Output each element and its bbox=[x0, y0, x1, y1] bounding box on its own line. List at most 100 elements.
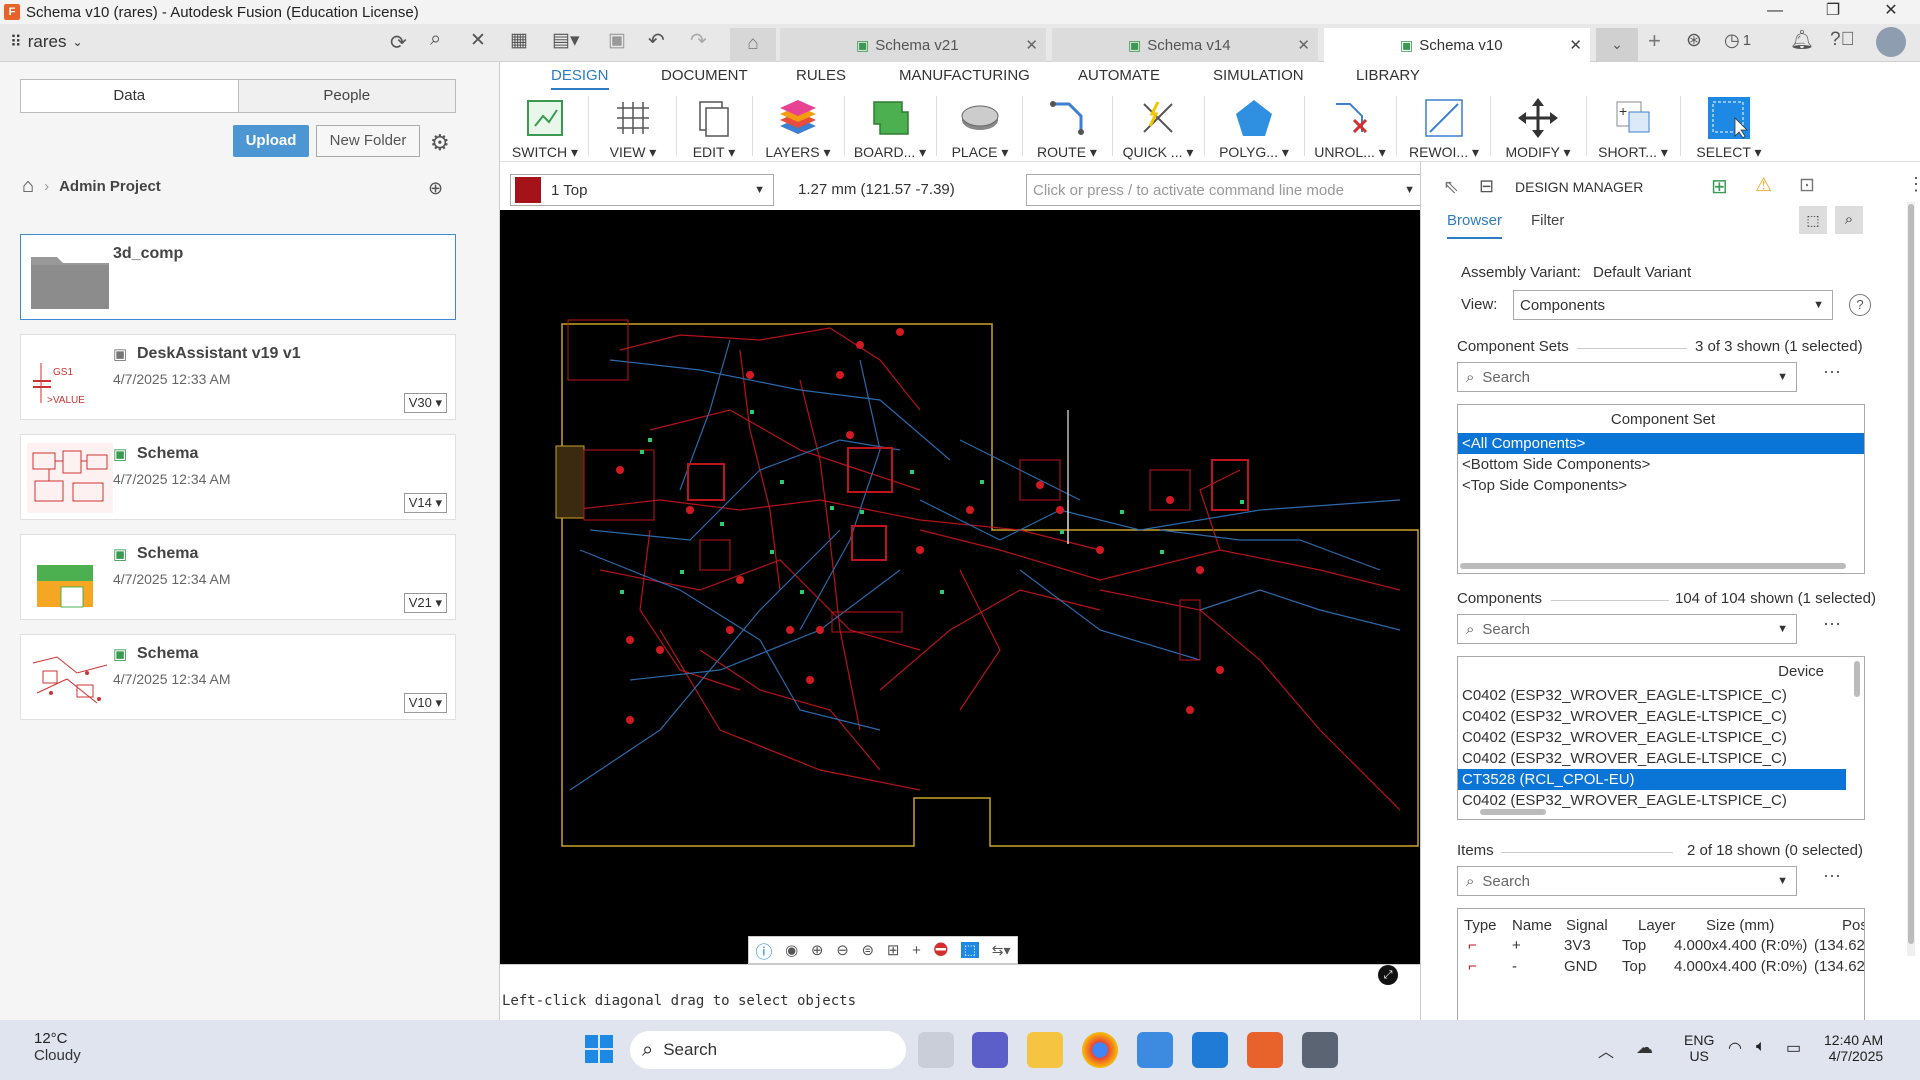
eye-icon[interactable]: ◉ bbox=[785, 941, 798, 959]
new-tab-icon[interactable]: + bbox=[1648, 28, 1661, 54]
pointer-icon[interactable]: ⇖ bbox=[1443, 176, 1459, 199]
column-header[interactable]: Name bbox=[1512, 917, 1552, 934]
version-badge[interactable]: V14 ▾ bbox=[403, 493, 447, 513]
version-badge[interactable]: V10 ▾ bbox=[403, 693, 447, 713]
task-view-icon[interactable] bbox=[918, 1032, 954, 1068]
panel-scrollbar[interactable] bbox=[1907, 202, 1915, 956]
list-item-folder[interactable]: 3d_comp bbox=[20, 234, 456, 320]
more-vertical-icon[interactable]: ⋮ bbox=[1907, 174, 1920, 195]
chrome-icon[interactable] bbox=[1082, 1032, 1118, 1068]
tab-design[interactable]: DESIGN bbox=[551, 67, 609, 90]
weather-widget[interactable]: 12°C Cloudy bbox=[34, 1030, 81, 1064]
tab-filter[interactable]: Filter bbox=[1531, 212, 1564, 229]
close-tab-icon[interactable]: ✕ bbox=[1569, 36, 1582, 54]
tab-library[interactable]: LIBRARY bbox=[1356, 67, 1420, 84]
column-header[interactable]: Type bbox=[1464, 917, 1497, 934]
tab-schema-v14[interactable]: ▣ Schema v14 ✕ bbox=[1052, 28, 1318, 62]
command-line-input[interactable]: Click or press / to activate command lin… bbox=[1026, 174, 1424, 206]
language-indicator[interactable]: ENG US bbox=[1684, 1032, 1714, 1064]
zoom-fit-icon[interactable]: ⊜ bbox=[862, 941, 875, 959]
job-status-button[interactable]: ◷ 1 bbox=[1724, 30, 1751, 51]
data-panel-toggle[interactable]: ⠿ rares ⌄ bbox=[10, 32, 83, 52]
more-options-icon[interactable]: ⋯ bbox=[1823, 362, 1841, 383]
place-group[interactable]: PLACE ▾ bbox=[944, 90, 1016, 162]
wifi-icon[interactable]: ◠ bbox=[1728, 1038, 1742, 1058]
taskbar-search[interactable]: ⌕ Search bbox=[630, 1031, 906, 1069]
close-icon[interactable]: ✕ bbox=[470, 29, 486, 52]
tab-data[interactable]: Data bbox=[21, 80, 238, 112]
tab-document[interactable]: DOCUMENT bbox=[661, 67, 748, 84]
stop-icon[interactable]: ⛔︎ bbox=[934, 940, 948, 960]
layer-select[interactable]: 1 Top ▼ bbox=[510, 174, 774, 206]
column-header[interactable]: Size (mm) bbox=[1706, 917, 1774, 934]
save-icon[interactable]: ▣ bbox=[608, 29, 626, 52]
edit-group[interactable]: EDIT ▾ bbox=[682, 90, 746, 162]
project-name[interactable]: Admin Project bbox=[59, 178, 161, 195]
calculator-icon[interactable] bbox=[1302, 1032, 1338, 1068]
more-options-icon[interactable]: ⋯ bbox=[1823, 866, 1841, 887]
info-icon[interactable]: ⓘ bbox=[755, 938, 772, 963]
shortcuts-group[interactable]: + SHORT... ▾ bbox=[1592, 90, 1674, 162]
view-group[interactable]: VIEW ▾ bbox=[596, 90, 670, 162]
version-badge[interactable]: V30 ▾ bbox=[403, 393, 447, 413]
list-item[interactable]: <Bottom Side Components> bbox=[1458, 454, 1864, 475]
onedrive-icon[interactable]: ☁ bbox=[1636, 1038, 1653, 1058]
tab-schema-v21[interactable]: ▣ Schema v21 ✕ bbox=[780, 28, 1046, 62]
gear-icon[interactable]: ⚙ bbox=[430, 130, 450, 156]
component-sets-search[interactable]: ⌕ Search ▼ bbox=[1457, 362, 1797, 392]
view-select[interactable]: Components ▼ bbox=[1513, 290, 1833, 320]
new-folder-button[interactable]: New Folder bbox=[316, 125, 420, 157]
home-tab[interactable]: ⌂ bbox=[730, 28, 776, 62]
list-item[interactable]: C0402 (ESP32_WROVER_EAGLE-LTSPICE_C) bbox=[1458, 727, 1864, 748]
select-filter-icon[interactable]: ⬚ bbox=[1799, 206, 1827, 234]
column-header[interactable]: Pos bbox=[1842, 917, 1864, 934]
board-group[interactable]: BOARD... ▾ bbox=[850, 90, 930, 162]
zoom-in-icon[interactable]: ⊕ bbox=[811, 941, 824, 959]
battery-icon[interactable]: ▭ bbox=[1786, 1038, 1801, 1058]
upload-button[interactable]: Upload bbox=[233, 125, 309, 157]
apps-grid-icon[interactable]: ▦ bbox=[510, 29, 528, 52]
table-row[interactable]: ⌐ + 3V3 Top 4.000x4.400 (R:0%) (134.62 bbox=[1458, 937, 1864, 958]
items-search[interactable]: ⌕ Search ▼ bbox=[1457, 866, 1797, 896]
redo-icon[interactable]: ↷ bbox=[690, 28, 707, 53]
column-header[interactable]: Device bbox=[1458, 657, 1864, 685]
list-item-design[interactable]: ▣ Schema 4/7/2025 12:34 AM V10 ▾ bbox=[20, 634, 456, 720]
list-item[interactable]: C0402 (ESP32_WROVER_EAGLE-LTSPICE_C) bbox=[1458, 790, 1864, 811]
tree-icon[interactable]: ⊟ bbox=[1479, 176, 1494, 197]
quick-route-group[interactable]: QUICK ... ▾ bbox=[1118, 90, 1198, 162]
route-group[interactable]: ROUTE ▾ bbox=[1028, 90, 1106, 162]
table-row[interactable]: ⌐ - GND Top 4.000x4.400 (R:0%) (134.62 bbox=[1458, 958, 1864, 979]
extensions-icon[interactable]: ⊛ bbox=[1686, 29, 1702, 52]
tab-browser[interactable]: Browser bbox=[1447, 212, 1503, 239]
scrollbar-thumb[interactable] bbox=[1908, 204, 1914, 944]
zoom-out-icon[interactable]: ⊖ bbox=[836, 941, 849, 959]
zoom-search-icon[interactable]: ⌕ bbox=[1835, 206, 1863, 234]
tab-overflow-button[interactable]: ⌄ bbox=[1596, 28, 1638, 62]
unroute-group[interactable]: UNROL... ▾ bbox=[1310, 90, 1390, 162]
inspect-icon[interactable]: ⊡ bbox=[1799, 174, 1815, 197]
globe-icon[interactable]: ⊕ bbox=[428, 178, 443, 199]
crosshair-icon[interactable]: + bbox=[912, 942, 921, 959]
scrollbar-thumb[interactable] bbox=[1480, 809, 1546, 815]
windows-start-icon[interactable] bbox=[584, 1034, 614, 1064]
maximize-button[interactable]: ❐ bbox=[1804, 0, 1862, 24]
minimize-button[interactable]: — bbox=[1746, 0, 1804, 24]
column-header[interactable]: Layer bbox=[1638, 917, 1676, 934]
tab-simulation[interactable]: SIMULATION bbox=[1213, 67, 1304, 84]
store-icon[interactable] bbox=[1137, 1032, 1173, 1068]
select-group[interactable]: SELECT ▾ bbox=[1686, 90, 1772, 162]
scrollbar-thumb[interactable] bbox=[1460, 563, 1846, 569]
avatar[interactable] bbox=[1876, 27, 1906, 57]
version-badge[interactable]: V21 ▾ bbox=[403, 593, 447, 613]
pcb-board-drawing[interactable] bbox=[500, 210, 1420, 964]
components-search[interactable]: ⌕ Search ▼ bbox=[1457, 614, 1797, 644]
refresh-icon[interactable]: ⟳ bbox=[390, 30, 407, 55]
home-icon[interactable]: ⌂ bbox=[22, 175, 34, 198]
undo-icon[interactable]: ↶ bbox=[648, 28, 665, 53]
list-item[interactable]: C0402 (ESP32_WROVER_EAGLE-LTSPICE_C) bbox=[1458, 685, 1864, 706]
rework-group[interactable]: REWOI... ▾ bbox=[1404, 90, 1484, 162]
expand-icon[interactable]: ⤢ bbox=[1378, 965, 1398, 985]
more-options-icon[interactable]: ⋯ bbox=[1823, 614, 1841, 635]
list-item-design[interactable]: ▣ Schema 4/7/2025 12:34 AM V14 ▾ bbox=[20, 434, 456, 520]
teams-icon[interactable] bbox=[972, 1032, 1008, 1068]
